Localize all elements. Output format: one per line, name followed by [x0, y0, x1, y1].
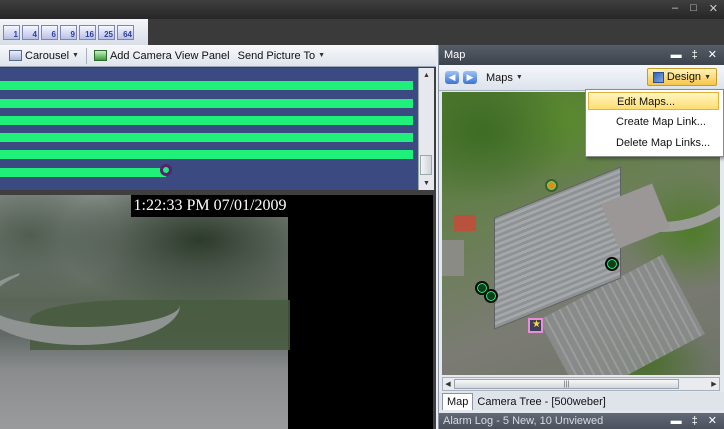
layout-25-button[interactable]: 25 — [98, 24, 115, 40]
map-building — [454, 215, 476, 231]
toolbar-separator — [85, 47, 87, 64]
map-camera-icon[interactable] — [545, 179, 558, 192]
timeline-bar[interactable] — [0, 168, 166, 177]
minimize-icon[interactable]: – — [672, 2, 678, 15]
map-panel-tabs: Map Camera Tree - [500weber] — [439, 392, 724, 410]
menu-item-create-map-link[interactable]: Create Map Link... — [588, 113, 719, 131]
maps-dropdown-label: Maps — [486, 71, 513, 84]
timeline-bar[interactable] — [0, 150, 413, 159]
chevron-down-icon: ▼ — [515, 74, 523, 81]
layout-9-button[interactable]: 9 — [60, 24, 77, 40]
layout-1-button[interactable]: 1 — [3, 24, 20, 40]
layout-6-button[interactable]: 6 — [41, 24, 58, 40]
camera-view-panel: Carousel ▼ Add Camera View Panel Send Pi… — [0, 45, 436, 429]
camera-view-toolbar: Carousel ▼ Add Camera View Panel Send Pi… — [0, 45, 436, 67]
scroll-left-icon[interactable]: ◀ — [443, 378, 453, 390]
design-button[interactable]: Design ▼ — [646, 68, 717, 86]
menu-item-edit-maps[interactable]: Edit Maps... — [588, 92, 719, 110]
chevron-down-icon: ▼ — [318, 52, 326, 59]
layout-toolbar: 1 4 6 9 16 25 64 — [0, 19, 724, 45]
map-camera-icon[interactable] — [484, 289, 498, 303]
pin-icon[interactable]: ‡ — [692, 45, 698, 65]
scrollbar-thumb[interactable] — [420, 155, 432, 175]
send-picture-to-label: Send Picture To — [237, 49, 316, 62]
alarm-log-titlebar[interactable]: Alarm Log - 5 New, 10 Unviewed ▬ ‡ ✕ — [439, 413, 724, 429]
carousel-label: Carousel — [25, 49, 70, 62]
add-panel-icon — [93, 50, 107, 61]
alarm-log-controls: ▬ ‡ ✕ — [671, 413, 717, 429]
carousel-button[interactable]: Carousel ▼ — [9, 50, 79, 62]
scroll-up-icon[interactable]: ▲ — [419, 68, 434, 82]
map-horizontal-scrollbar[interactable]: ◀ ||| ▶ — [442, 377, 720, 391]
design-icon — [652, 71, 664, 83]
layout-16-button[interactable]: 16 — [79, 24, 96, 40]
timeline-bar[interactable] — [0, 116, 413, 125]
back-arrow-icon[interactable]: ◀ — [445, 71, 459, 84]
map-camera-icon[interactable] — [605, 257, 619, 271]
selected-camera-icon[interactable] — [528, 318, 543, 333]
camera-video-frame — [0, 195, 290, 429]
scrollbar-thumb[interactable]: ||| — [454, 379, 679, 389]
timeline-bar[interactable] — [0, 81, 413, 90]
map-toolbar: ◀ ▶ Maps ▼ Design ▼ — [439, 65, 724, 91]
add-camera-view-panel-label: Add Camera View Panel — [109, 49, 230, 62]
alarm-log-title: Alarm Log - 5 New, 10 Unviewed — [443, 415, 604, 427]
add-camera-view-panel-button[interactable]: Add Camera View Panel — [93, 49, 230, 62]
menu-item-delete-map-links[interactable]: Delete Map Links... — [588, 134, 719, 152]
chevron-down-icon: ▼ — [72, 52, 79, 59]
design-dropdown-menu: Edit Maps... Create Map Link... Delete M… — [585, 89, 724, 157]
tab-camera-tree[interactable]: Camera Tree - [500weber] — [473, 394, 609, 410]
close-icon[interactable]: ✕ — [708, 45, 717, 65]
layout-4-button[interactable]: 4 — [22, 24, 39, 40]
scroll-down-icon[interactable]: ▼ — [419, 176, 434, 190]
restore-icon[interactable]: □ — [690, 2, 697, 15]
tab-map[interactable]: Map — [442, 393, 474, 410]
scroll-right-icon[interactable]: ▶ — [709, 378, 719, 390]
map-panel-titlebar: Map ▬ ‡ ✕ — [439, 45, 724, 65]
maps-dropdown[interactable]: Maps ▼ — [486, 72, 523, 84]
layout-button-group: 1 4 6 9 16 25 64 — [0, 19, 148, 45]
camera-video-view[interactable]: 1:22:33 PM 07/01/2009 — [0, 195, 433, 429]
window-position-icon[interactable]: ▬ — [671, 45, 682, 65]
map-panel-controls: ▬ ‡ ✕ — [671, 45, 717, 65]
layout-64-button[interactable]: 64 — [117, 24, 134, 40]
map-panel-title: Map — [444, 49, 466, 61]
window-titlebar: – □ ✕ — [0, 0, 724, 19]
window-controls: – □ ✕ — [672, 2, 718, 15]
carousel-icon — [9, 50, 22, 61]
design-button-label: Design — [666, 71, 702, 83]
video-timestamp: 1:22:33 PM 07/01/2009 — [131, 195, 289, 217]
timeline-position-marker[interactable] — [160, 164, 172, 176]
forward-arrow-icon[interactable]: ▶ — [463, 71, 477, 84]
close-icon[interactable]: ✕ — [708, 413, 717, 429]
timeline-scrollbar[interactable]: ▲ ▼ — [418, 68, 434, 190]
timeline-bar[interactable] — [0, 99, 413, 108]
map-building — [442, 240, 464, 276]
pin-icon[interactable]: ‡ — [692, 413, 698, 429]
window-position-icon[interactable]: ▬ — [671, 413, 682, 429]
close-icon[interactable]: ✕ — [709, 2, 718, 15]
timeline-bar[interactable] — [0, 133, 413, 142]
send-picture-to-button[interactable]: Send Picture To ▼ — [238, 50, 325, 62]
chevron-down-icon: ▼ — [704, 73, 711, 81]
recording-timeline[interactable] — [0, 68, 418, 190]
